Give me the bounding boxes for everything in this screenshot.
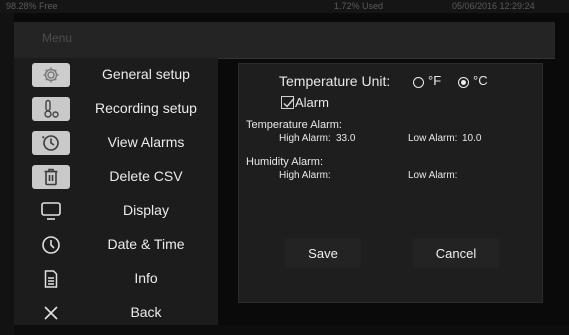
sidebar-item-date-time[interactable]: Date & Time [14, 228, 218, 262]
sidebar-item-label: Info [134, 270, 158, 286]
general-setup-panel: Temperature Unit: °F °C Alarm Temperatur… [238, 63, 543, 303]
sidebar-item-view-alarms[interactable]: View Alarms [14, 126, 218, 160]
temperature-unit-label: Temperature Unit: [279, 73, 391, 89]
sidebar-item-label: General setup [102, 66, 190, 82]
sidebar-item-label: View Alarms [107, 134, 185, 150]
sidebar-item-recording-setup[interactable]: Recording setup [14, 92, 218, 126]
background-chart-axis [0, 13, 14, 335]
unit-celsius-label[interactable]: °C [473, 73, 488, 88]
document-icon [32, 267, 70, 291]
checkmark-icon [283, 98, 295, 108]
alarm-checkbox[interactable] [281, 96, 295, 109]
unit-fahrenheit-radio[interactable] [413, 77, 424, 88]
sidebar-item-label: Recording setup [95, 100, 197, 116]
clock-icon [32, 233, 70, 257]
gear-icon [32, 63, 70, 87]
cancel-button[interactable]: Cancel [413, 238, 499, 268]
status-bar: 98.28% Free 1.72% Used 05/06/2016 12:29:… [0, 0, 569, 13]
humidity-alarm-label: Humidity Alarm: [246, 156, 324, 168]
storage-used: 1.72% Used [334, 1, 384, 11]
sidebar-item-label: Delete CSV [109, 168, 183, 184]
sidebar-item-display[interactable]: Display [14, 194, 218, 228]
temp-low-alarm-label: Low Alarm: [408, 133, 458, 144]
unit-celsius-radio[interactable] [458, 77, 469, 88]
hum-high-alarm-label: High Alarm: [279, 170, 331, 181]
sidebar-item-label: Back [130, 304, 162, 320]
datetime-readout: 05/06/2016 12:29:24 [452, 1, 535, 11]
hum-low-alarm-label: Low Alarm: [408, 170, 458, 181]
temperature-alarm-label: Temperature Alarm: [246, 119, 342, 131]
sidebar-item-back[interactable]: Back [14, 296, 218, 330]
sidebar: General setup Recording setup View Alarm… [14, 58, 218, 325]
unit-fahrenheit-label[interactable]: °F [428, 73, 441, 88]
close-icon [32, 301, 70, 325]
temp-low-alarm-value[interactable]: 10.0 [462, 133, 481, 144]
alarm-label: Alarm [295, 95, 329, 110]
sidebar-item-delete-csv[interactable]: Delete CSV [14, 160, 218, 194]
probe-icon [32, 97, 70, 121]
sidebar-item-info[interactable]: Info [14, 262, 218, 296]
menu-header: Menu [14, 22, 555, 59]
alarm-clock-icon [32, 131, 70, 155]
monitor-icon [32, 199, 70, 223]
temp-high-alarm-label: High Alarm: [279, 133, 331, 144]
sidebar-item-general-setup[interactable]: General setup [14, 58, 218, 92]
save-button[interactable]: Save [285, 238, 361, 268]
storage-free: 98.28% Free [6, 1, 58, 11]
sidebar-item-label: Display [123, 202, 169, 218]
trash-icon [32, 165, 70, 189]
sidebar-item-label: Date & Time [107, 236, 185, 252]
temp-high-alarm-value[interactable]: 33.0 [336, 133, 355, 144]
menu-title: Menu [42, 31, 73, 45]
